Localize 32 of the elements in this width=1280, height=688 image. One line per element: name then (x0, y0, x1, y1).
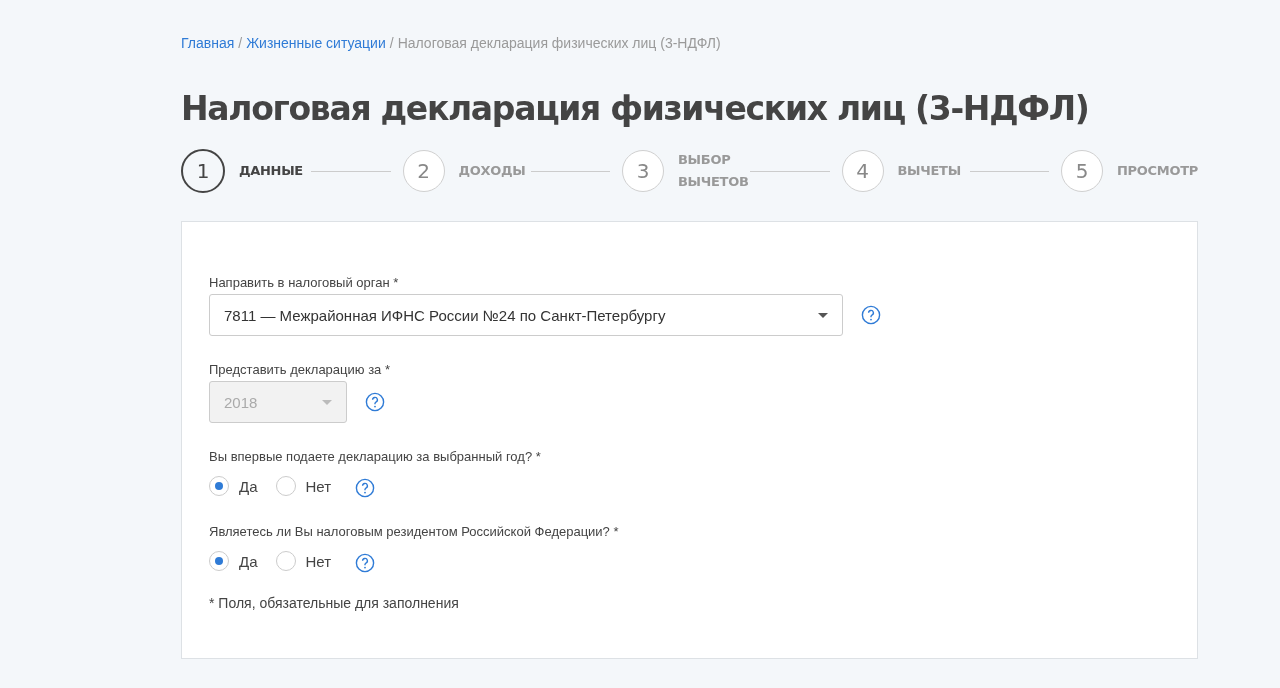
breadcrumb-link[interactable]: Главная (181, 35, 235, 51)
required-note: * Поля, обязательные для заполнения (209, 595, 460, 611)
step-label[interactable]: ВЫЧЕТЫ (897, 160, 968, 182)
step-number[interactable]: 4 (841, 150, 884, 192)
radio-label[interactable]: Да (239, 477, 258, 495)
step-label[interactable]: ДОХОДЫ (458, 160, 529, 182)
help-icon[interactable] (355, 478, 376, 498)
breadcrumb-link[interactable]: Жизненные ситуации (246, 35, 386, 51)
radio-label[interactable]: Нет (305, 552, 332, 570)
field-label: Направить в налоговый орган * (209, 275, 400, 290)
field-label: Являетесь ли Вы налоговым резидентом Российской Федерации? * (209, 524, 620, 539)
caret-icon (322, 399, 332, 405)
help-icon[interactable] (861, 305, 881, 325)
step-number[interactable]: 2 (402, 150, 445, 192)
select-field[interactable]: 7811 — Межрайонная ИФНС России №24 по Санкт-Петербургу (209, 294, 843, 336)
breadcrumb-current: Налоговая декларация физических лиц (3-НДФЛ) (397, 35, 721, 51)
step-number[interactable]: 5 (1061, 150, 1103, 192)
radio-label[interactable]: Нет (305, 477, 332, 495)
field-label: Представить декларацию за * (209, 362, 391, 377)
step-number[interactable]: 3 (622, 150, 664, 192)
radio-label[interactable]: Да (239, 552, 258, 570)
field-label: Вы впервые подаете декларацию за выбранный год? * (209, 449, 542, 464)
step-label[interactable]: ПРОСМОТР (1117, 160, 1198, 182)
help-icon[interactable] (365, 392, 385, 412)
step-number[interactable]: 1 (181, 149, 225, 193)
step-label[interactable]: ВЫБОР ВЫЧЕТОВ (678, 149, 748, 193)
caret-icon (818, 312, 828, 318)
page-title: Налоговая декларация физических лиц (3-НДФЛ) (181, 88, 1089, 130)
breadcrumb-separator: / (238, 35, 243, 51)
step-label[interactable]: ДАННЫЕ (239, 160, 309, 182)
help-icon[interactable] (355, 553, 376, 573)
breadcrumb-separator: / (389, 35, 394, 51)
